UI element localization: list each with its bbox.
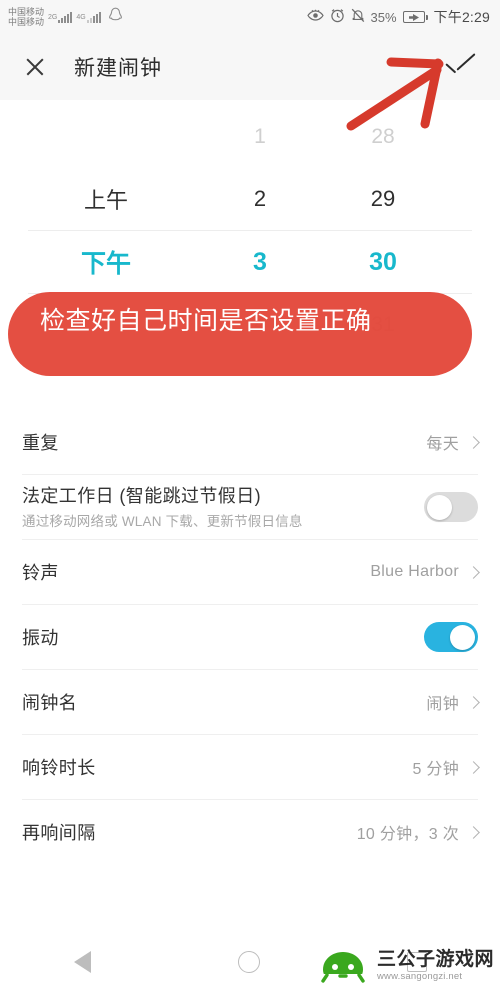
setting-labels: 法定工作日 (智能跳过节假日) 通过移动网络或 WLAN 下载、更新节假日信息 [22, 482, 424, 532]
toggle-knob [450, 624, 475, 650]
vibrate-toggle[interactable] [424, 622, 478, 652]
signal-sim2: 4G [76, 11, 101, 23]
setting-value: 每天 [426, 436, 459, 453]
status-bar: 中国移动 中国移动 2G 4G 35% 下午2:29 [0, 0, 500, 34]
eye-comfort-icon [306, 9, 324, 25]
signal-bars-icon-2 [86, 11, 101, 23]
setting-title: 振动 [22, 628, 59, 648]
setting-value: 闹钟 [426, 696, 459, 713]
setting-title: 法定工作日 (智能跳过节假日) [22, 486, 261, 506]
watermark-logo-icon [321, 952, 365, 983]
setting-labels: 再响间隔 [22, 819, 357, 845]
picker-hour-above: 2 [253, 186, 267, 211]
setting-labels: 铃声 [22, 559, 370, 585]
picker-minute-selected: 30 [369, 247, 397, 276]
setting-labels: 闹钟名 [22, 689, 426, 715]
signal-bars-icon [58, 11, 73, 23]
site-watermark: 三公子游戏网 www.sangongzi.net [314, 946, 494, 986]
picker-ampm-above: 上午 [83, 188, 128, 213]
workday-toggle[interactable] [424, 492, 478, 522]
alarm-settings-list: 重复 每天 法定工作日 (智能跳过节假日) 通过移动网络或 WLAN 下载、更新… [0, 410, 500, 864]
carrier-names: 中国移动 中国移动 [8, 7, 44, 27]
setting-row-snooze[interactable]: 再响间隔 10 分钟，3 次 [0, 800, 500, 864]
chevron-right-icon [467, 760, 480, 774]
nav-back-icon[interactable] [73, 951, 91, 973]
battery-percent-label: 35% [370, 9, 397, 25]
close-icon[interactable] [22, 54, 48, 80]
status-bar-clock: 下午2:29 [433, 9, 490, 25]
carrier-sim1: 中国移动 [8, 7, 45, 17]
setting-row-repeat[interactable]: 重复 每天 [0, 410, 500, 474]
setting-row-ring-duration[interactable]: 响铃时长 5 分钟 [0, 735, 500, 799]
setting-labels: 响铃时长 [22, 754, 412, 780]
setting-subtitle: 通过移动网络或 WLAN 下载、更新节假日信息 [22, 514, 303, 529]
setting-title: 闹钟名 [22, 693, 78, 713]
setting-row-alarm-name[interactable]: 闹钟名 闹钟 [0, 670, 500, 734]
picker-minute-above: 29 [370, 186, 396, 211]
setting-title: 再响间隔 [22, 823, 96, 843]
picker-hour-prev: 1 [254, 125, 266, 148]
setting-title: 重复 [22, 433, 59, 453]
page-title: 新建闹钟 [74, 57, 162, 80]
network-type-2g: 2G [48, 13, 58, 21]
setting-row-ringtone[interactable]: 铃声 Blue Harbor [0, 540, 500, 604]
time-picker[interactable]: 1 28 上午 2 29 下午 3 30 4 31 检查好自己时间是否设置正确 [0, 100, 500, 410]
setting-value: 5 分钟 [412, 761, 459, 778]
watermark-url: www.sangongzi.net [376, 971, 463, 983]
setting-row-vibrate[interactable]: 振动 [0, 605, 500, 669]
chevron-right-icon [467, 435, 480, 449]
picker-minute-prev: 28 [371, 125, 395, 148]
picker-row-selected[interactable]: 下午 3 30 [0, 231, 500, 293]
toggle-knob [427, 494, 452, 520]
signal-sim1: 2G [48, 11, 73, 23]
watermark-site-name: 三公子游戏网 [376, 949, 494, 971]
picker-hour-selected: 3 [253, 247, 267, 276]
picker-row-prev[interactable]: 1 28 [0, 106, 500, 168]
picker-row-above[interactable]: 上午 2 29 [0, 168, 500, 230]
setting-labels: 重复 [22, 429, 426, 455]
setting-title: 响铃时长 [22, 758, 96, 778]
qq-penguin-icon [108, 7, 123, 28]
alarm-clock-icon [330, 8, 345, 26]
status-bar-right: 35% 下午2:29 [306, 7, 490, 27]
network-type-4g: 4G [76, 13, 86, 21]
setting-labels: 振动 [22, 624, 424, 650]
watermark-text: 三公子游戏网 www.sangongzi.net [377, 950, 494, 982]
battery-charging-icon [402, 11, 428, 23]
carrier-sim2: 中国移动 [8, 17, 45, 27]
setting-value: Blue Harbor [370, 563, 459, 580]
title-bar: 新建闹钟 [0, 34, 500, 100]
annotation-banner: 检查好自己时间是否设置正确 [8, 292, 472, 376]
chevron-right-icon [467, 565, 480, 579]
checkmark-icon[interactable] [444, 52, 478, 82]
chevron-right-icon [467, 825, 480, 839]
setting-row-workday[interactable]: 法定工作日 (智能跳过节假日) 通过移动网络或 WLAN 下载、更新节假日信息 [0, 475, 500, 539]
bell-muted-icon [351, 8, 365, 26]
status-bar-left: 中国移动 中国移动 2G 4G [8, 7, 123, 28]
setting-value: 10 分钟，3 次 [356, 826, 459, 843]
setting-title: 铃声 [22, 563, 59, 583]
nav-home-icon[interactable] [237, 951, 260, 973]
picker-ampm-selected: 下午 [80, 250, 131, 278]
chevron-right-icon [467, 695, 480, 709]
